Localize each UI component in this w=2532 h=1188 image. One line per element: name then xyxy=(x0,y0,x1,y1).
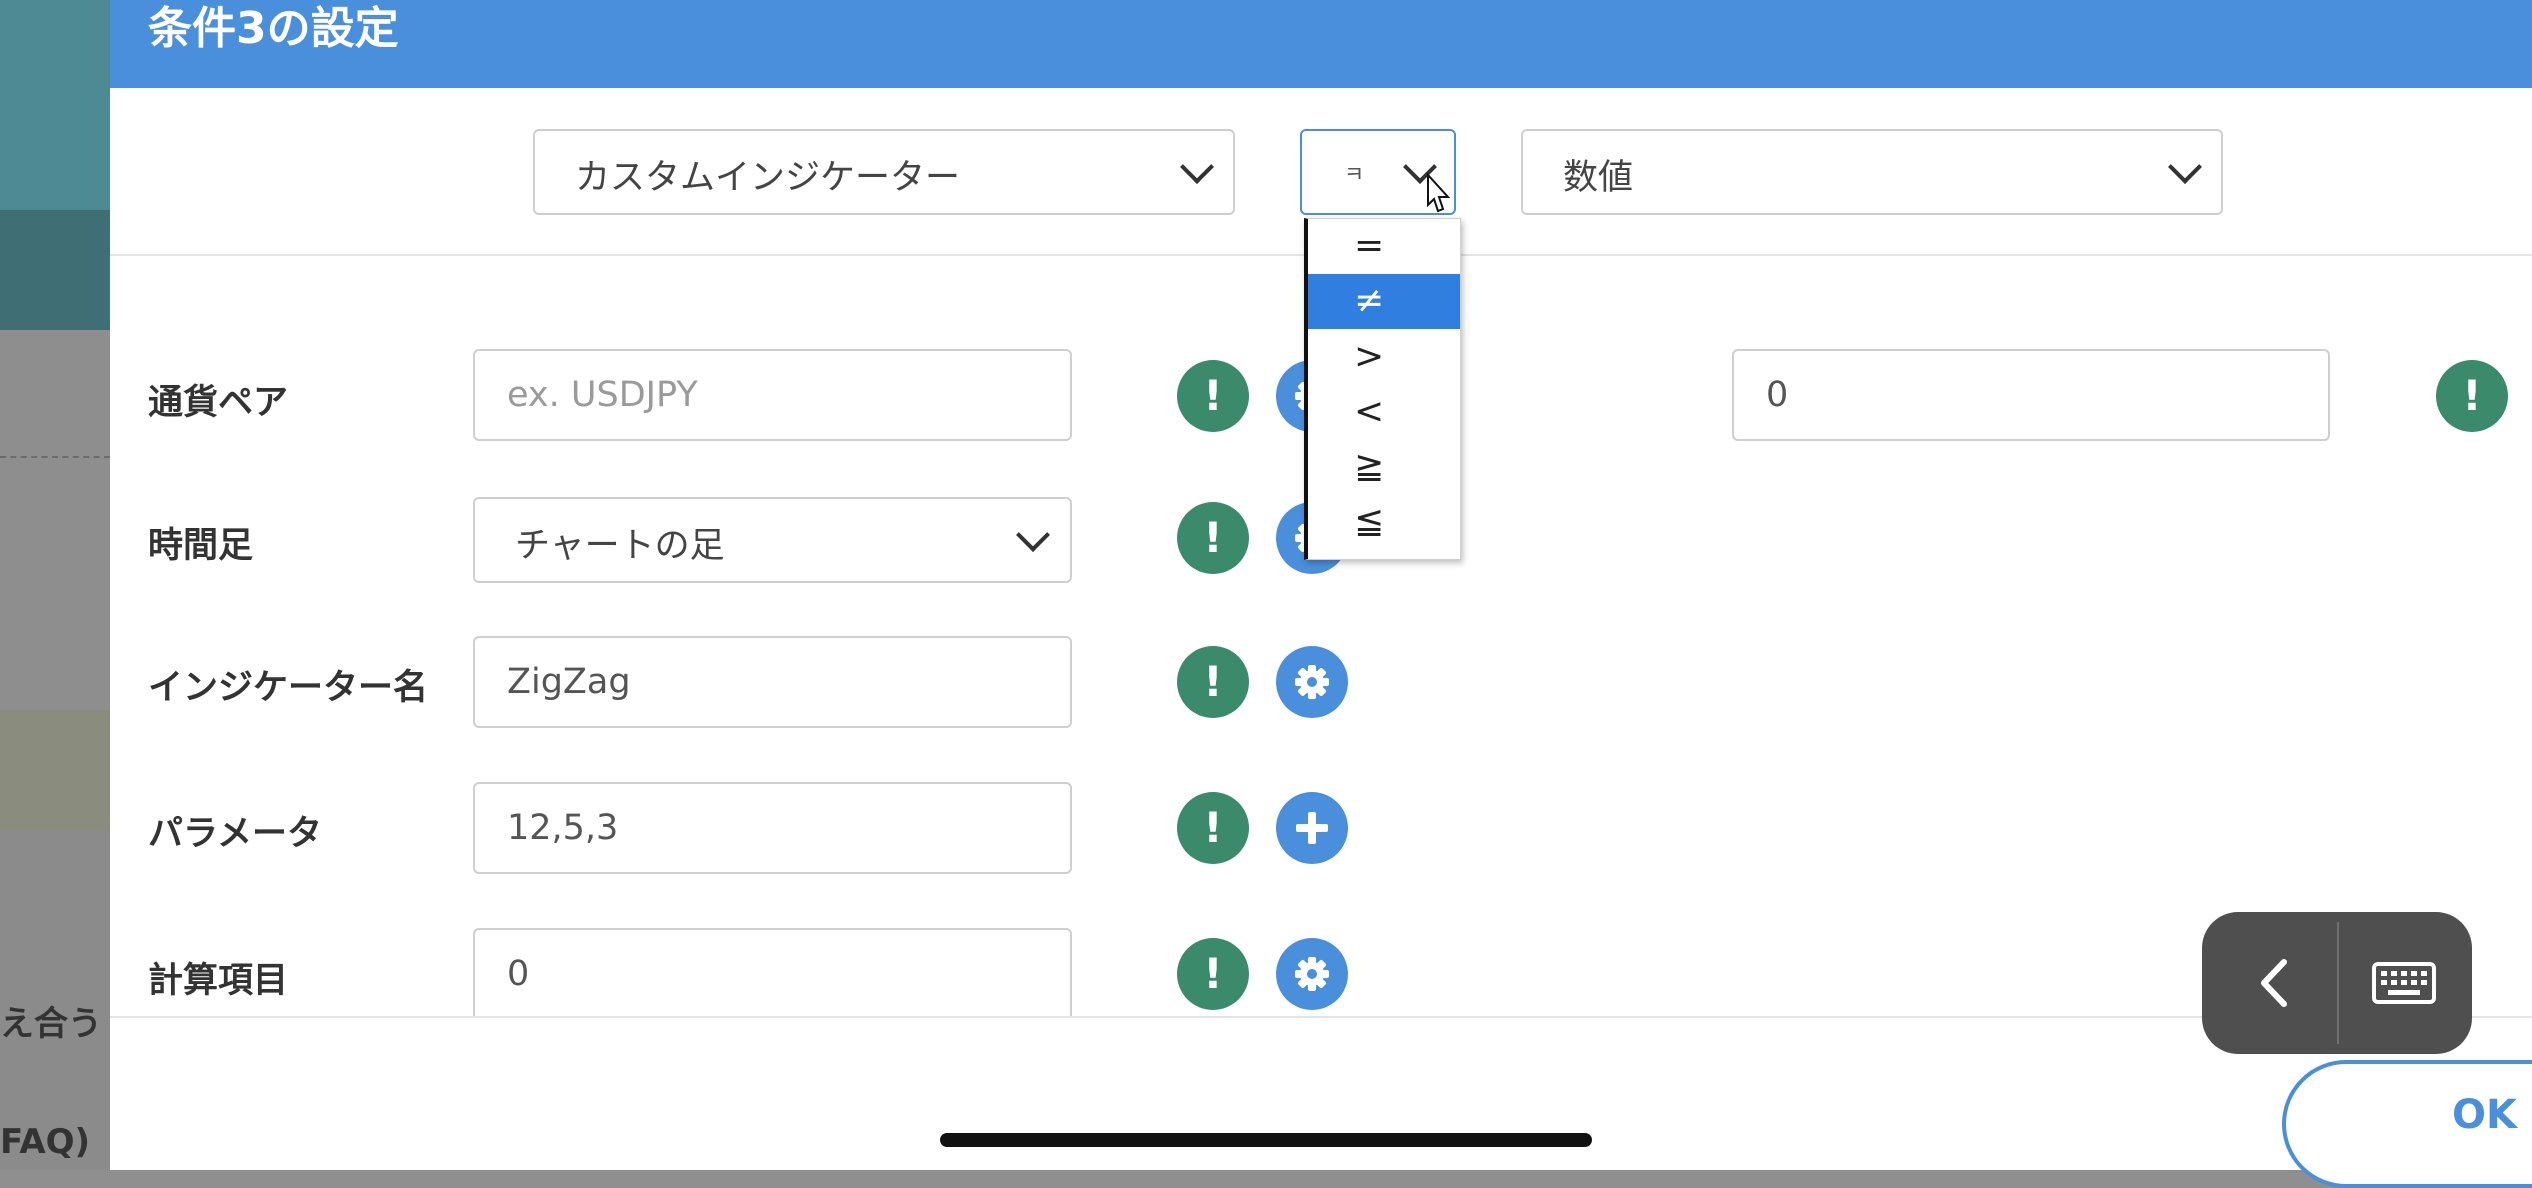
left-operand-select[interactable]: カスタムインジケーター xyxy=(533,129,1235,215)
parameters-input[interactable]: 12,5,3 xyxy=(473,782,1072,874)
background-text: FAQ) xyxy=(0,1122,91,1162)
add-parameter-button[interactable] xyxy=(1276,792,1348,864)
operator-current-value: ㅋ xyxy=(1344,163,1365,188)
dropdown-option-label: ≧ xyxy=(1354,446,1385,487)
dropdown-option[interactable]: ≦ xyxy=(1308,495,1460,550)
toolbar-separator xyxy=(2337,922,2339,1044)
background-dashed-divider xyxy=(0,456,110,458)
parameters-value: 12,5,3 xyxy=(507,808,619,848)
right-operand-select[interactable]: 数値 xyxy=(1521,129,2223,215)
operator-select[interactable]: ㅋ xyxy=(1300,129,1456,215)
footer-divider xyxy=(110,1016,2532,1018)
timeframe-label: 時間足 xyxy=(148,526,254,566)
calculation-item-label: 計算項目 xyxy=(148,961,289,1001)
calculation-settings-button[interactable] xyxy=(1276,938,1348,1010)
dropdown-option-label: ≠ xyxy=(1354,280,1385,321)
indicator-settings-button[interactable] xyxy=(1276,646,1348,718)
calculation-item-value: 0 xyxy=(507,954,530,994)
left-operand-label: カスタムインジケーター xyxy=(575,158,961,198)
currency-pair-label: 通貨ペア xyxy=(148,383,289,423)
chevron-down-icon xyxy=(1180,150,1214,184)
parameters-label: パラメータ xyxy=(148,814,322,854)
info-icon[interactable]: ! xyxy=(1177,792,1249,864)
keyboard-icon[interactable] xyxy=(2366,954,2442,1012)
calculation-item-input[interactable]: 0 xyxy=(473,928,1072,1016)
dropdown-option-label: = xyxy=(1354,225,1385,266)
currency-pair-input[interactable]: ex. USDJPY xyxy=(473,349,1072,441)
right-operand-label: 数値 xyxy=(1563,158,1634,198)
info-icon[interactable]: ! xyxy=(2436,360,2508,432)
chevron-down-icon xyxy=(1016,518,1050,552)
comparison-value-input[interactable]: 0 xyxy=(1732,349,2330,441)
gear-icon xyxy=(1295,957,1329,991)
chevron-down-icon xyxy=(2168,150,2202,184)
background-page-middle xyxy=(0,330,110,710)
plus-icon xyxy=(1296,812,1328,844)
info-icon[interactable]: ! xyxy=(1177,502,1249,574)
dropdown-option[interactable]: = xyxy=(1308,219,1460,274)
dropdown-option[interactable]: > xyxy=(1308,330,1460,385)
dropdown-option-label: ≦ xyxy=(1354,501,1385,542)
dropdown-option[interactable]: < xyxy=(1308,385,1460,440)
dropdown-option[interactable]: ≧ xyxy=(1308,440,1460,495)
dropdown-option-label: > xyxy=(1354,336,1385,377)
operator-dropdown-list: = ≠ > < ≧ ≦ xyxy=(1304,218,1461,560)
dialog-title: 条件3の設定 xyxy=(148,3,399,54)
home-indicator xyxy=(940,1133,1592,1147)
mouse-cursor-icon xyxy=(1427,172,1451,213)
dropdown-option[interactable]: ≠ xyxy=(1308,274,1460,329)
ok-button-label: OK xyxy=(2452,1092,2517,1138)
info-icon[interactable]: ! xyxy=(1177,360,1249,432)
gear-icon xyxy=(1295,665,1329,699)
info-icon[interactable]: ! xyxy=(1177,646,1249,718)
background-text: え合う xyxy=(0,1004,102,1044)
ok-button[interactable]: OK xyxy=(2282,1060,2532,1188)
background-page-highlight xyxy=(0,710,110,830)
indicator-name-value: ZigZag xyxy=(507,662,631,702)
back-arrow-icon[interactable] xyxy=(2240,950,2310,1016)
comparison-value-text: 0 xyxy=(1766,375,1789,415)
dropdown-option-label: < xyxy=(1354,391,1385,432)
indicator-name-label: インジケーター名 xyxy=(148,668,429,708)
background-page-band xyxy=(0,210,110,330)
dialog-header xyxy=(110,0,2532,88)
timeframe-select[interactable]: チャートの足 xyxy=(473,497,1072,583)
currency-pair-placeholder: ex. USDJPY xyxy=(507,375,698,415)
timeframe-value: チャートの足 xyxy=(515,526,725,566)
indicator-name-input[interactable]: ZigZag xyxy=(473,636,1072,728)
info-icon[interactable]: ! xyxy=(1177,938,1249,1010)
